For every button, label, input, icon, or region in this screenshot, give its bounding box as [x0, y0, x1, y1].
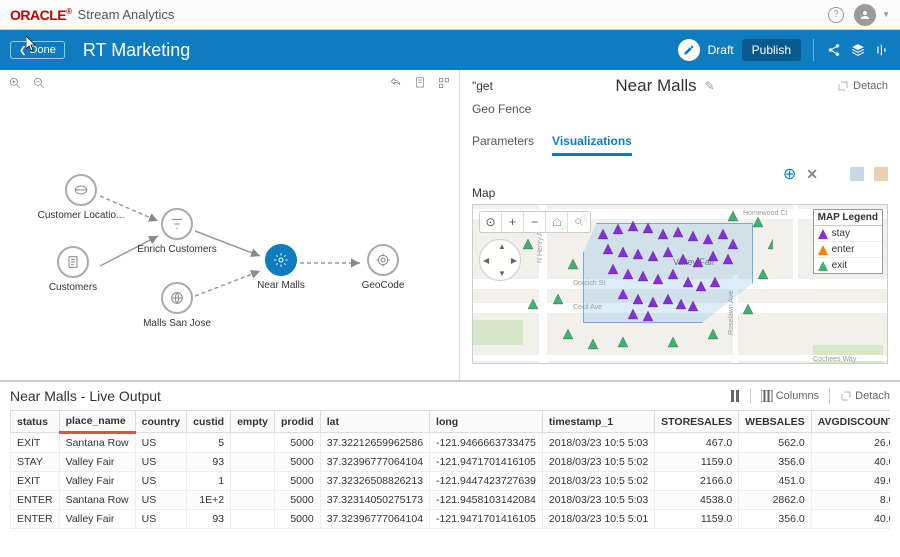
table-header-row: status place_name country custid empty p…: [11, 411, 891, 433]
pipeline-title: RT Marketing: [83, 40, 190, 61]
map-pan-control[interactable]: ▲ ▼ ◀ ▶: [479, 239, 521, 281]
help-icon[interactable]: ?: [828, 7, 844, 23]
map-legend: MAP Legend stay enter exit: [813, 209, 883, 274]
node-customers[interactable]: Customers: [28, 246, 118, 293]
detach-icon: [837, 80, 849, 92]
output-detach-button[interactable]: Detach: [840, 390, 890, 402]
columns-button[interactable]: Columns: [761, 390, 819, 402]
note-icon[interactable]: ✎: [705, 79, 715, 93]
diagram-pane: Customer Locatio... Customers Enrich Cus…: [0, 70, 460, 380]
detach-button[interactable]: Detach: [837, 80, 888, 92]
map-home-icon[interactable]: [546, 212, 568, 232]
map-zoom-in[interactable]: +: [502, 212, 524, 232]
legend-stay: stay: [814, 226, 882, 242]
pipeline-settings-icon[interactable]: [874, 42, 890, 58]
live-output-table: status place_name country custid empty p…: [10, 410, 890, 529]
workspace: Customer Locatio... Customers Enrich Cus…: [0, 70, 900, 380]
stage-title: Near Malls: [615, 76, 696, 96]
done-button[interactable]: ❮Done: [10, 41, 65, 59]
export-icon[interactable]: [413, 76, 427, 90]
viz-map-label: Map: [472, 186, 888, 200]
chevron-left-icon: ❮: [19, 45, 27, 56]
layout-icon[interactable]: [437, 76, 451, 90]
node-enrich-customers[interactable]: Enrich Customers: [132, 208, 222, 255]
zoom-in-icon[interactable]: [8, 76, 22, 90]
live-output-title: Near Malls - Live Output: [10, 388, 161, 404]
stage-subtitle: Geo Fence: [472, 102, 888, 116]
table-row[interactable]: EXITValley FairUS1500037.32326508826213-…: [11, 472, 891, 491]
edit-icon[interactable]: [678, 39, 700, 61]
viz-thumb-2[interactable]: [874, 167, 888, 181]
col-country[interactable]: country: [135, 411, 187, 433]
viz-thumb-1[interactable]: [850, 167, 864, 181]
viz-toolbar: ⊕ ✕: [472, 164, 888, 184]
live-output-panel: Near Malls - Live Output Columns Detach …: [0, 380, 900, 557]
diagram-toolbar: [0, 70, 459, 96]
tab-parameters[interactable]: Parameters: [472, 134, 534, 156]
node-customer-locations[interactable]: Customer Locatio...: [36, 174, 126, 221]
user-menu-caret-icon[interactable]: ▼: [882, 10, 890, 19]
legend-enter: enter: [814, 242, 882, 258]
col-storesales[interactable]: STORESALES: [655, 411, 739, 433]
map-search-icon[interactable]: [568, 212, 590, 232]
pipeline-diagram[interactable]: Customer Locatio... Customers Enrich Cus…: [0, 96, 459, 376]
details-pane: "get Near Malls ✎ Detach Geo Fence Param…: [460, 70, 900, 380]
col-avgdiscount[interactable]: AVGDISCOUNT: [811, 411, 890, 433]
publish-button[interactable]: Publish: [742, 39, 801, 61]
col-place-name[interactable]: place_name: [59, 411, 135, 433]
tab-visualizations[interactable]: Visualizations: [552, 134, 632, 156]
live-output-table-wrap[interactable]: status place_name country custid empty p…: [10, 410, 890, 551]
oracle-logo: ORACLE®: [10, 7, 72, 23]
pipeline-toolbar: ❮Done RT Marketing Draft Publish: [0, 30, 900, 70]
node-malls-san-jose[interactable]: Malls San Jose: [132, 282, 222, 329]
stage-tabs: Parameters Visualizations: [472, 128, 888, 156]
draft-label: Draft: [708, 43, 734, 57]
close-viz-icon[interactable]: ✕: [806, 166, 818, 183]
table-row[interactable]: STAYValley FairUS93500037.32396777064104…: [11, 453, 891, 472]
col-long[interactable]: long: [430, 411, 543, 433]
node-geocode[interactable]: GeoCode: [338, 244, 428, 291]
col-custid[interactable]: custid: [187, 411, 231, 433]
zoom-out-icon[interactable]: [32, 76, 46, 90]
top-bar: ORACLE® Stream Analytics ? ▼: [0, 0, 900, 30]
col-prodid[interactable]: prodid: [275, 411, 321, 433]
map-controls: ⊙ + −: [479, 211, 591, 233]
node-near-malls[interactable]: Near Malls: [236, 244, 326, 291]
map-locate-icon[interactable]: ⊙: [480, 212, 502, 232]
map-viz[interactable]: N Henry Ave Roselawn Ave Homewood Ct Emo…: [472, 204, 888, 364]
pause-button[interactable]: [730, 390, 740, 402]
table-row[interactable]: ENTERValley FairUS93500037.3239677706410…: [11, 510, 891, 529]
map-zoom-out[interactable]: −: [524, 212, 546, 232]
table-row[interactable]: EXITSantana RowUS5500037.32212659962586-…: [11, 433, 891, 453]
diagram-edges: [0, 96, 459, 376]
user-menu-button[interactable]: [854, 4, 876, 26]
add-viz-icon[interactable]: ⊕: [783, 164, 796, 184]
col-websales[interactable]: WEBSALES: [739, 411, 812, 433]
col-empty[interactable]: empty: [231, 411, 275, 433]
app-subtitle: Stream Analytics: [78, 7, 175, 22]
col-status[interactable]: status: [11, 411, 60, 433]
col-lat[interactable]: lat: [320, 411, 429, 433]
share-icon[interactable]: [826, 42, 842, 58]
table-row[interactable]: ENTERSantana RowUS1E+2500037.32314050275…: [11, 491, 891, 510]
undo-icon[interactable]: [389, 76, 403, 90]
layers-icon[interactable]: [850, 42, 866, 58]
legend-exit: exit: [814, 258, 882, 273]
col-timestamp[interactable]: timestamp_1: [542, 411, 654, 433]
